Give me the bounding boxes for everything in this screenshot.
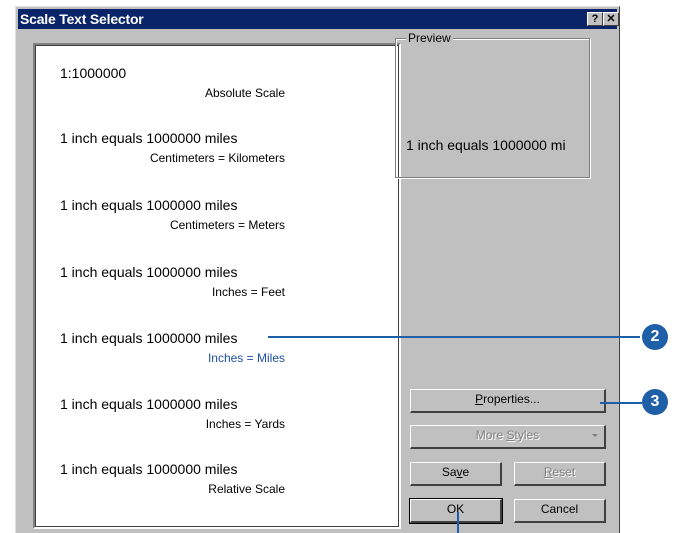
item-title: 1:1000000: [60, 65, 127, 81]
list-item[interactable]: 1:1000000 Absolute Scale: [35, 65, 399, 135]
properties-button[interactable]: Properties...: [410, 389, 606, 413]
item-subtitle: Centimeters = Meters: [169, 218, 285, 232]
item-subtitle: Relative Scale: [208, 482, 285, 496]
callout-line-3: [600, 402, 642, 404]
help-button[interactable]: ?: [587, 12, 603, 26]
title-bar[interactable]: Scale Text Selector ? ✕: [18, 9, 619, 29]
preview-text: 1 inch equals 1000000 mi: [406, 137, 566, 153]
callout-line-2: [268, 336, 640, 338]
list-item[interactable]: 1 inch equals 1000000 miles Inches = Yar…: [35, 396, 399, 466]
list-item[interactable]: 1 inch equals 1000000 miles Relative Sca…: [35, 461, 399, 531]
preview-groupbox: [395, 38, 590, 178]
close-button[interactable]: ✕: [603, 12, 619, 26]
item-subtitle: Absolute Scale: [204, 86, 285, 100]
item-subtitle: Inches = Feet: [211, 285, 285, 299]
item-subtitle: Inches = Miles: [207, 351, 285, 365]
step-3-badge: 3: [642, 389, 668, 415]
window-title: Scale Text Selector: [20, 11, 144, 27]
item-title: 1 inch equals 1000000 miles: [60, 396, 238, 412]
reset-button[interactable]: Reset: [514, 462, 606, 486]
more-styles-dropdown[interactable]: More Styles: [410, 425, 606, 449]
step-2-badge: 2: [642, 324, 668, 350]
item-subtitle: Inches = Yards: [205, 417, 285, 431]
list-item[interactable]: 1 inch equals 1000000 miles Centimeters …: [35, 130, 399, 200]
preview-label: Preview: [406, 31, 453, 45]
item-title: 1 inch equals 1000000 miles: [60, 197, 238, 213]
item-subtitle: Centimeters = Kilometers: [149, 151, 285, 165]
cancel-button[interactable]: Cancel: [514, 499, 606, 523]
list-item-inches-miles[interactable]: 1 inch equals 1000000 miles Inches = Mil…: [35, 330, 399, 400]
ok-button[interactable]: OK: [409, 498, 503, 524]
item-title: 1 inch equals 1000000 miles: [60, 264, 238, 280]
list-item[interactable]: 1 inch equals 1000000 miles Centimeters …: [35, 197, 399, 267]
save-button[interactable]: Save: [410, 462, 502, 486]
chevron-down-icon: [592, 434, 598, 437]
scale-text-list[interactable]: 1:1000000 Absolute Scale 1 inch equals 1…: [33, 43, 401, 529]
callout-line-ok: [457, 512, 459, 533]
item-title: 1 inch equals 1000000 miles: [60, 461, 238, 477]
list-item[interactable]: 1 inch equals 1000000 miles Inches = Fee…: [35, 264, 399, 334]
item-title: 1 inch equals 1000000 miles: [60, 330, 238, 346]
item-title: 1 inch equals 1000000 miles: [60, 130, 238, 146]
